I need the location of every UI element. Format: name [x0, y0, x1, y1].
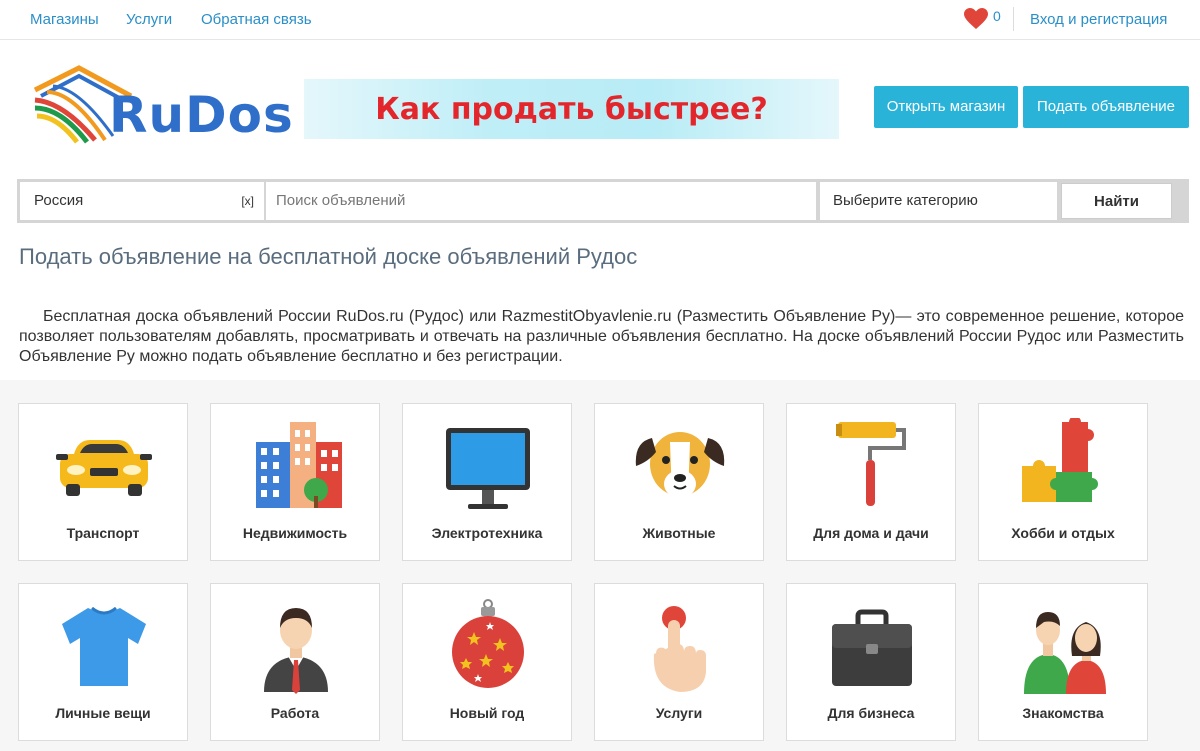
monitor-icon	[446, 428, 530, 509]
couple-icon	[1024, 612, 1106, 694]
page-title: Подать объявление на бесплатной доске об…	[19, 244, 638, 269]
heart-icon	[964, 8, 988, 29]
category-real-estate[interactable]: Недвижимость	[210, 403, 380, 561]
region-clear-button[interactable]: [x]	[241, 182, 254, 220]
category-label: Услуги	[655, 705, 703, 721]
tshirt-icon	[62, 606, 146, 686]
category-label: Работа	[270, 705, 320, 721]
category-label: Животные	[642, 525, 716, 541]
promo-banner[interactable]: Как продать быстрее?	[304, 79, 839, 139]
category-hobby[interactable]: Хобби и отдых	[978, 403, 1148, 561]
category-home-garden[interactable]: Для дома и дачи	[786, 403, 956, 561]
pointing-hand-icon	[653, 606, 706, 692]
search-input[interactable]: Поиск объявлений	[266, 182, 816, 220]
top-nav: Магазины Услуги Обратная связь 0 Вход и …	[0, 0, 1200, 40]
open-shop-button[interactable]: Открыть магазин	[874, 86, 1018, 128]
search-bar: Россия [x] Поиск объявлений Выберите кат…	[17, 179, 1189, 223]
login-link[interactable]: Вход и регистрация	[1030, 11, 1167, 28]
logo-text: RuDos	[109, 86, 294, 144]
dog-icon	[635, 432, 725, 498]
find-button[interactable]: Найти	[1061, 183, 1172, 219]
category-jobs[interactable]: Работа	[210, 583, 380, 741]
category-label: Для бизнеса	[827, 705, 915, 721]
category-label: Хобби и отдых	[1011, 525, 1115, 541]
category-label: Знакомства	[1022, 705, 1104, 721]
nav-link-feedback[interactable]: Обратная связь	[201, 11, 312, 28]
region-field[interactable]: Россия [x]	[20, 182, 264, 220]
category-label: Новый год	[449, 705, 525, 721]
category-grid: Транспорт Недвижимость Электротехника Жи…	[0, 380, 1200, 751]
banner-text: Как продать быстрее?	[375, 92, 768, 127]
region-value: Россия	[34, 192, 84, 209]
category-dating[interactable]: Знакомства	[978, 583, 1148, 741]
buildings-icon	[256, 422, 342, 508]
category-animals[interactable]: Животные	[594, 403, 764, 561]
car-icon	[56, 440, 152, 496]
category-label: Личные вещи	[55, 705, 151, 721]
nav-divider	[1013, 7, 1014, 31]
intro-text: Бесплатная доска объявлений России RuDos…	[19, 308, 1184, 365]
category-select[interactable]: Выберите категорию	[820, 182, 1057, 220]
category-label: Для дома и дачи	[813, 525, 929, 541]
category-personal-items[interactable]: Личные вещи	[18, 583, 188, 741]
nav-link-shops[interactable]: Магазины	[30, 11, 99, 28]
category-electronics[interactable]: Электротехника	[402, 403, 572, 561]
category-business[interactable]: Для бизнеса	[786, 583, 956, 741]
post-ad-button[interactable]: Подать объявление	[1023, 86, 1189, 128]
puzzle-icon	[1022, 418, 1098, 502]
category-new-year[interactable]: Новый год	[402, 583, 572, 741]
favorites-count: 0	[993, 8, 1001, 24]
category-label: Электротехника	[431, 525, 543, 541]
category-label: Транспорт	[66, 525, 140, 541]
site-logo[interactable]: RuDos	[33, 62, 293, 146]
category-services[interactable]: Услуги	[594, 583, 764, 741]
christmas-ball-icon	[452, 599, 524, 688]
paint-roller-icon	[836, 422, 906, 506]
category-label: Недвижимость	[242, 525, 348, 541]
businessman-icon	[264, 608, 328, 694]
nav-link-services[interactable]: Услуги	[126, 11, 172, 28]
category-transport[interactable]: Транспорт	[18, 403, 188, 561]
briefcase-icon	[832, 609, 912, 686]
